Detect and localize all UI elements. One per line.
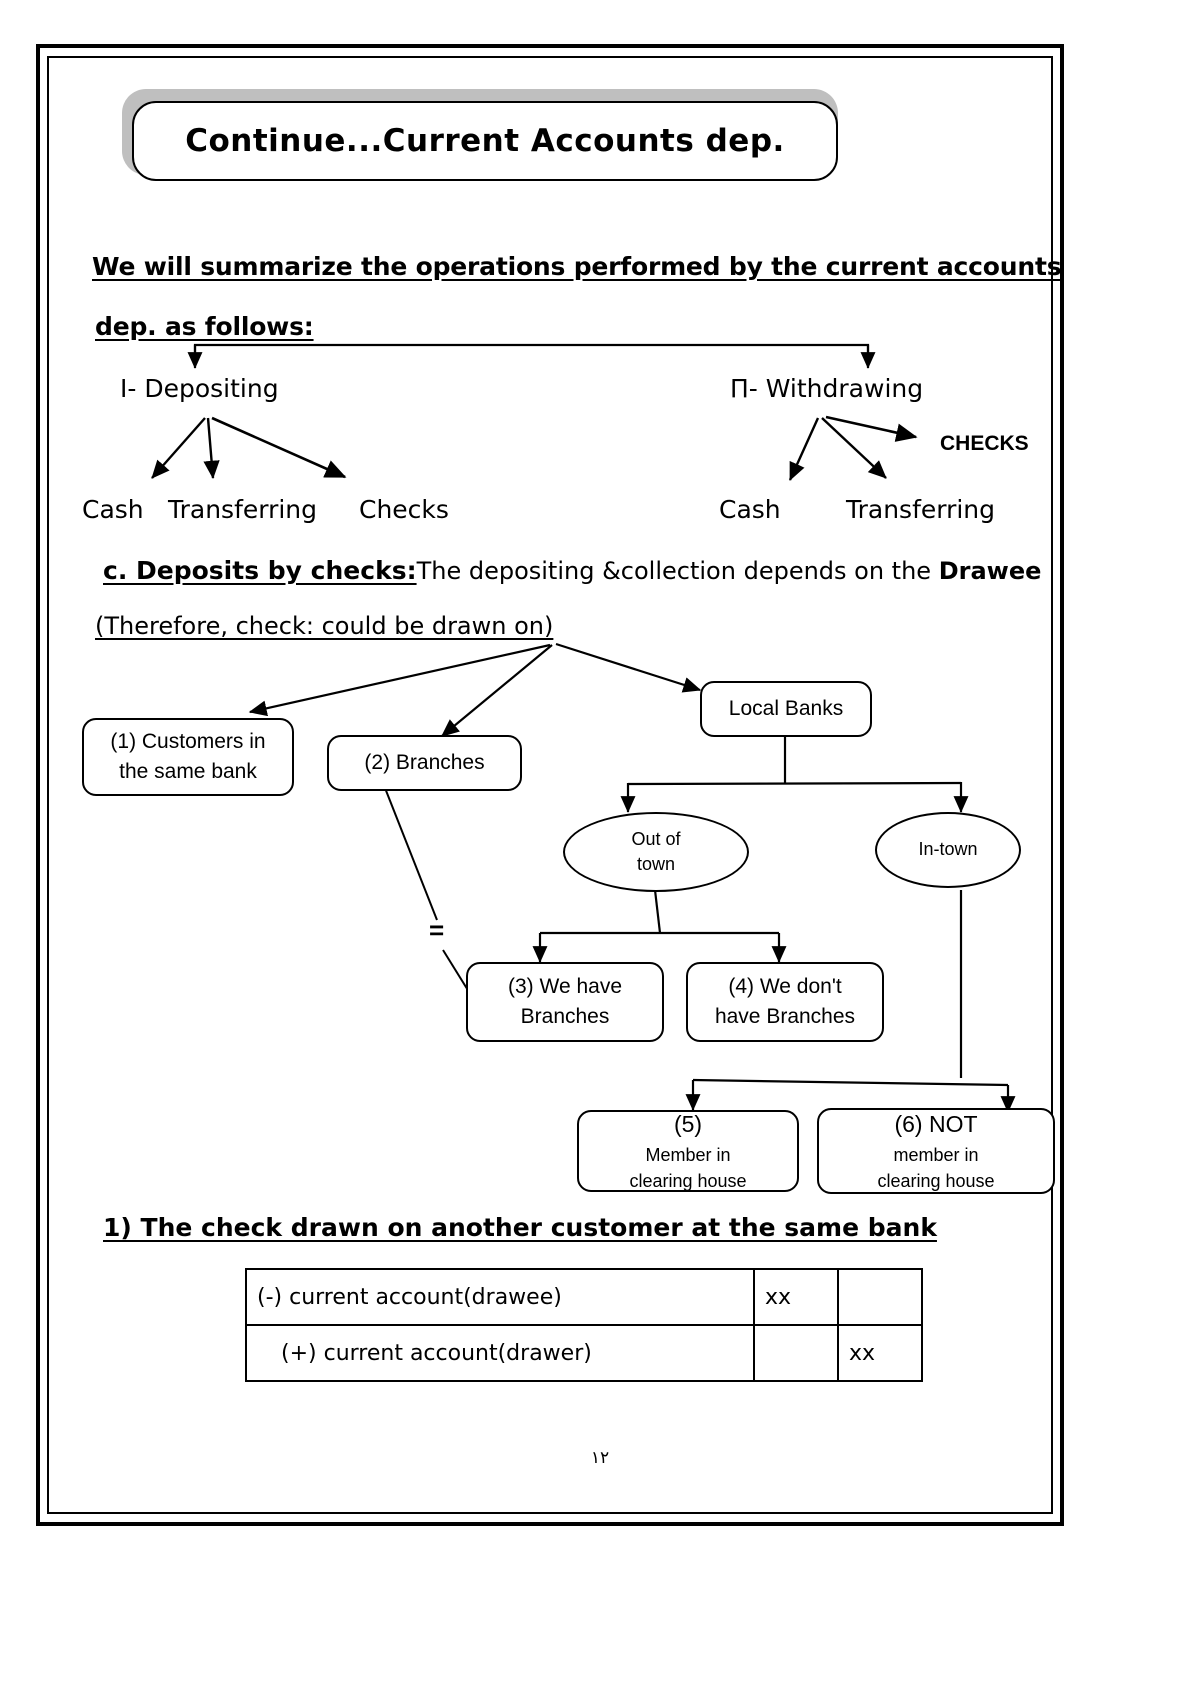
flow-box-4-line-2: have Branches: [714, 1005, 856, 1028]
journal-row-0-debit: xx: [753, 1268, 839, 1326]
journal-row-0-description: (-) current account(drawee): [245, 1268, 755, 1326]
branch-withdrawing-label: Π- Withdrawing: [730, 374, 924, 403]
document-page: Continue...Current Accounts dep. We will…: [0, 0, 1200, 1697]
flow-ellipse-in-town: In-town: [875, 812, 1021, 888]
flow-box-6-number: (6) NOT: [894, 1111, 978, 1138]
title-banner: Continue...Current Accounts dep.: [132, 101, 838, 181]
deposits-by-checks-line: c. Deposits by checks:The depositing &co…: [103, 556, 1041, 585]
flow-box-5-text: Member in: [645, 1144, 731, 1165]
flow-box-2-label: (2) Branches: [364, 750, 485, 774]
leaf-deposit-checks: Checks: [359, 495, 449, 524]
table-row: (-) current account(drawee) xx: [245, 1268, 923, 1326]
flow-box-5-line-2: clearing house: [629, 1170, 747, 1191]
deposits-by-checks-label: c. Deposits by checks:: [103, 556, 417, 585]
flow-box-local-banks-label: Local Banks: [728, 696, 844, 720]
journal-row-1-debit: [753, 1324, 839, 1382]
page-number: ١٢: [590, 1448, 610, 1468]
journal-entry-table: (-) current account(drawee) xx (+) curre…: [245, 1268, 923, 1382]
flow-box-1-line-2: the same bank: [119, 760, 257, 783]
drawee-emphasis: Drawee: [938, 557, 1042, 585]
leaf-deposit-cash: Cash: [82, 495, 144, 524]
flow-box-5-line-1: (5) Member in: [645, 1108, 730, 1167]
flow-box-1-customers-same-bank: (1) Customers in the same bank: [82, 718, 294, 796]
flow-ellipse-in-town-label: In-town: [918, 839, 978, 860]
flow-box-6-text: member in: [893, 1144, 979, 1165]
deposits-by-checks-sentence: The depositing &collection depends on th…: [416, 557, 939, 585]
table-row: (+) current account(drawer) xx: [245, 1324, 923, 1382]
branch-depositing-label: I- Depositing: [120, 374, 279, 403]
page-title: Continue...Current Accounts dep.: [185, 123, 785, 159]
flow-box-2-branches: (2) Branches: [327, 735, 522, 791]
flow-box-local-banks: Local Banks: [700, 681, 872, 737]
flow-box-3-line-1: (3) We have: [508, 974, 622, 998]
flow-box-1-line-1: (1) Customers in: [110, 729, 266, 753]
flow-box-3-we-have-branches: (3) We have Branches: [466, 962, 664, 1042]
flow-ellipse-out-of-town-line-1: Out of: [631, 828, 681, 849]
therefore-subtitle: (Therefore, check: could be drawn on): [95, 612, 554, 640]
leaf-deposit-transferring: Transferring: [168, 495, 318, 524]
equals-annotation: =: [429, 915, 445, 945]
flow-box-3-line-2: Branches: [520, 1005, 610, 1028]
intro-line-2: dep. as follows:: [95, 312, 314, 341]
checks-side-label: CHECKS: [940, 432, 1029, 455]
journal-row-0-credit: [837, 1268, 923, 1326]
flow-ellipse-out-of-town: Out of town: [563, 812, 749, 892]
entry-section-heading: 1) The check drawn on another customer a…: [103, 1213, 937, 1242]
leaf-withdraw-transferring: Transferring: [846, 495, 996, 524]
flow-box-4-we-dont-have-branches: (4) We don't have Branches: [686, 962, 884, 1042]
flow-box-6-line-1: (6) NOT member in: [893, 1108, 978, 1167]
journal-row-1-description: (+) current account(drawer): [245, 1324, 755, 1382]
flow-box-4-line-1: (4) We don't: [728, 974, 842, 998]
flow-ellipse-out-of-town-line-2: town: [636, 854, 676, 874]
leaf-withdraw-cash: Cash: [719, 495, 781, 524]
flow-box-5-member-clearing-house: (5) Member in clearing house: [577, 1110, 799, 1192]
intro-line-1: We will summarize the operations perform…: [92, 252, 1062, 281]
flow-box-5-number: (5): [673, 1111, 703, 1138]
flow-box-6-not-member-clearing-house: (6) NOT member in clearing house: [817, 1108, 1055, 1194]
flow-box-6-line-2: clearing house: [877, 1170, 995, 1191]
journal-row-1-credit: xx: [837, 1324, 923, 1382]
